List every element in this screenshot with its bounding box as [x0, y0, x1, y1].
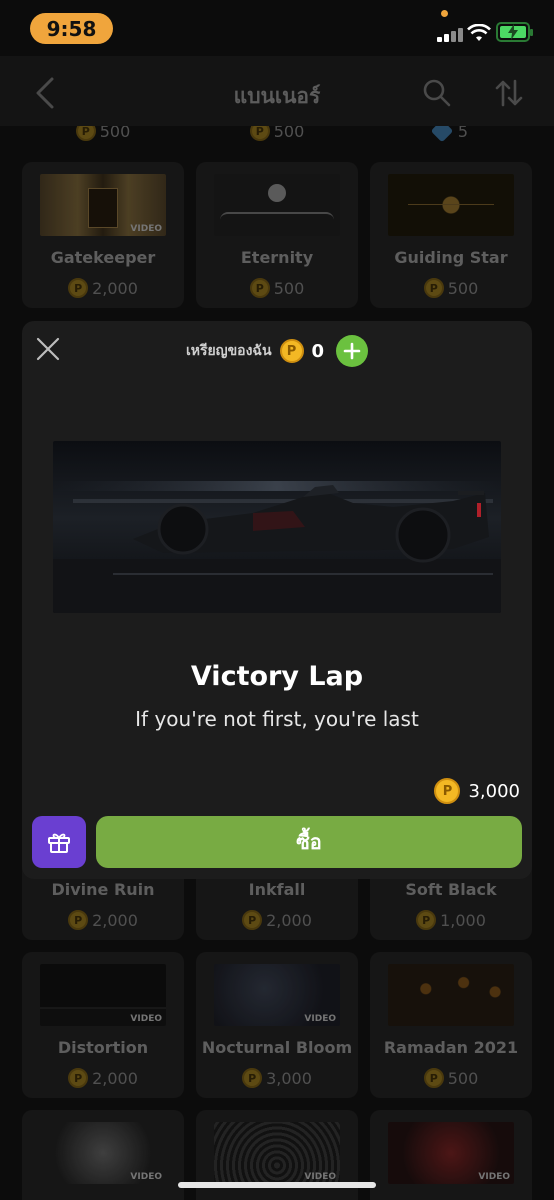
- modal-banner-description: If you're not first, you're last: [135, 707, 419, 731]
- modal-price: P 3,000: [434, 778, 520, 804]
- status-time: 9:58: [30, 13, 113, 44]
- purchase-modal: เหรียญของฉัน P 0 Victory Lap If you're n…: [22, 321, 532, 879]
- wallet-label: เหรียญของฉัน: [185, 343, 272, 359]
- page-title: แบนเนอร์: [233, 84, 321, 108]
- battery-icon: [496, 22, 533, 42]
- plus-icon: [343, 342, 361, 360]
- search-icon[interactable]: [422, 78, 452, 108]
- banner-preview-image: [53, 441, 501, 613]
- sort-icon[interactable]: [494, 78, 524, 108]
- add-coins-button[interactable]: [336, 335, 369, 367]
- privacy-indicator-icon: [441, 10, 448, 17]
- coin-icon: P: [279, 339, 304, 363]
- gift-icon: [48, 833, 70, 853]
- wallet-balance: เหรียญของฉัน P 0: [22, 335, 532, 367]
- wifi-icon: [467, 24, 491, 41]
- buy-button[interactable]: ซื้อ: [96, 816, 522, 868]
- home-indicator[interactable]: [178, 1182, 376, 1188]
- coin-icon: P: [434, 778, 461, 804]
- cellular-signal-icon: [437, 26, 465, 42]
- modal-price-value: 3,000: [468, 780, 520, 802]
- status-bar: 9:58: [0, 0, 554, 56]
- nav-bar: แบนเนอร์: [0, 56, 554, 126]
- modal-banner-name: Victory Lap: [190, 661, 364, 692]
- gift-button[interactable]: [32, 816, 86, 868]
- wallet-count: 0: [311, 340, 325, 362]
